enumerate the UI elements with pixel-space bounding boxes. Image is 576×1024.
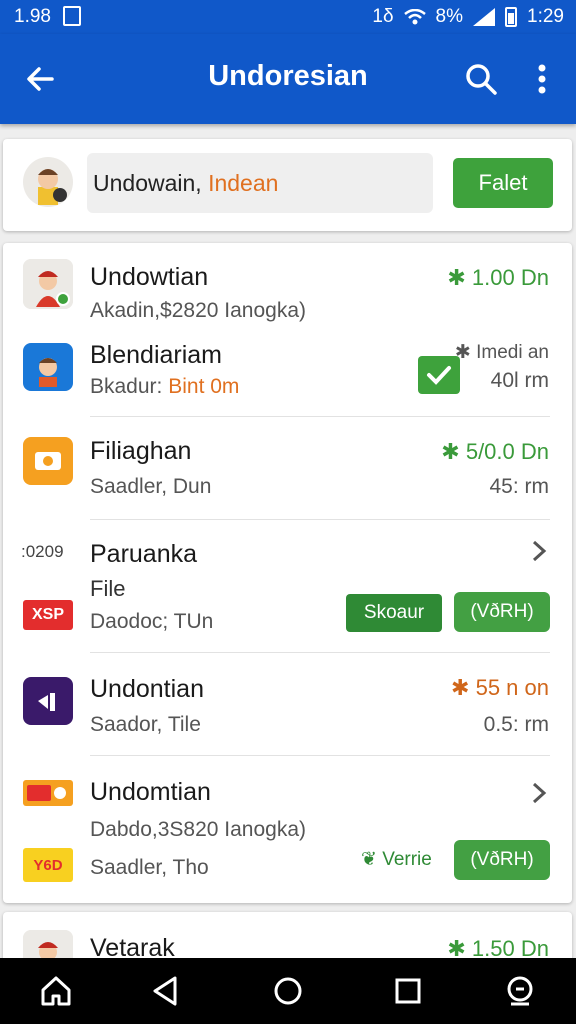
check-icon bbox=[427, 366, 451, 385]
item-title: Filiaghan bbox=[90, 437, 192, 465]
status-bar: 1.98 1δ 8% 1:29 bbox=[0, 0, 576, 34]
battery-percent: 8% bbox=[435, 6, 464, 27]
item-title: Blendiariam bbox=[90, 341, 223, 369]
checkbox[interactable] bbox=[418, 356, 460, 394]
item-subtitle: Saadler, Dun bbox=[90, 475, 212, 498]
skoaur-button[interactable]: Skoaur bbox=[346, 594, 442, 632]
back-icon[interactable] bbox=[148, 974, 182, 1008]
item-meta: 45: rm bbox=[489, 475, 549, 498]
recents-icon[interactable] bbox=[391, 974, 425, 1008]
item-subtitle: Dabdo,3S820 Ianogka) bbox=[90, 818, 306, 841]
item-amount: ✱ Imedi an bbox=[454, 342, 549, 363]
search-card: Undowain, Indean Falet bbox=[3, 139, 572, 231]
icon-label: Y6D bbox=[33, 856, 63, 874]
item-title-secondary: File bbox=[90, 576, 126, 601]
wifi-icon bbox=[403, 9, 426, 25]
chevron-right-icon[interactable] bbox=[531, 782, 547, 804]
app-icon: XSP bbox=[23, 600, 73, 630]
item-subtitle-accent: Bint 0m bbox=[168, 375, 240, 398]
item-subtitle: Saador, Tile bbox=[90, 713, 201, 736]
assistant-icon[interactable] bbox=[503, 974, 537, 1008]
item-amount: ✱ 5/0.0 Dn bbox=[441, 439, 549, 464]
search-text: Undowain, bbox=[93, 170, 202, 196]
list-item[interactable]: Undowtian Akadin,$2820 Ianogka) ✱ 1.00 D… bbox=[3, 243, 572, 339]
item-title: Paruanka bbox=[90, 540, 198, 568]
item-subtitle-secondary: Saadler, Tho bbox=[90, 856, 209, 879]
item-meta: 0.5: rm bbox=[483, 713, 549, 736]
item-amount: ✱ 1.00 Dn bbox=[447, 265, 549, 290]
home-icon[interactable] bbox=[39, 974, 73, 1008]
item-subtitle: Akadin,$2820 Ianogka) bbox=[90, 299, 306, 322]
system-nav-bar bbox=[0, 958, 576, 1024]
chevron-right-icon[interactable] bbox=[531, 540, 547, 562]
app-icon: Y6D bbox=[23, 848, 73, 882]
notification-icon bbox=[63, 6, 81, 26]
search-input[interactable]: Undowain, Indean bbox=[87, 153, 433, 213]
more-vert-icon[interactable] bbox=[530, 60, 554, 98]
home-circle-icon[interactable] bbox=[271, 974, 305, 1008]
item-subtitle: Bkadur: Bint 0m bbox=[90, 375, 239, 399]
list-item[interactable]: Undontian Saador, Tile ✱ 55 n on 0.5: rm bbox=[3, 653, 572, 755]
transaction-list: Undowtian Akadin,$2820 Ianogka) ✱ 1.00 D… bbox=[3, 243, 572, 903]
leaf-icon: ❦ bbox=[361, 849, 377, 870]
filter-button[interactable]: Falet bbox=[453, 158, 553, 208]
verify-button[interactable]: (VðRH) bbox=[454, 592, 550, 632]
verified-text: Verrie bbox=[382, 849, 432, 870]
item-subtitle-text: Bkadur: bbox=[90, 375, 163, 398]
app-icon bbox=[23, 343, 73, 391]
search-icon[interactable] bbox=[462, 60, 500, 98]
icon-label: XSP bbox=[31, 606, 64, 623]
app-bar: Undoresian bbox=[0, 34, 576, 124]
avatar[interactable] bbox=[23, 157, 73, 207]
app-icon bbox=[23, 677, 73, 725]
battery-icon bbox=[505, 7, 518, 27]
network-indicator: 1δ bbox=[372, 6, 394, 27]
item-title: Undowtian bbox=[90, 263, 209, 291]
item-meta: 40l rm bbox=[490, 369, 549, 392]
verify-button[interactable]: (VðRH) bbox=[454, 840, 550, 880]
search-accent-text: Indean bbox=[208, 170, 279, 196]
item-amount: ✱ 55 n on bbox=[451, 675, 549, 700]
app-icon bbox=[23, 437, 73, 485]
list-item[interactable]: Filiaghan Saadler, Dun ✱ 5/0.0 Dn 45: rm bbox=[3, 417, 572, 519]
status-time-left: 1.98 bbox=[14, 6, 51, 27]
status-time-right: 1:29 bbox=[527, 6, 564, 27]
list-item[interactable]: Undomtian Dabdo,3S820 Ianogka) Y6D Saadl… bbox=[3, 756, 572, 902]
item-side-label: :0209 bbox=[21, 542, 64, 561]
list-item[interactable]: Blendiariam Bkadur: Bint 0m ✱ Imedi an 4… bbox=[3, 333, 572, 413]
item-title: Undontian bbox=[90, 675, 204, 703]
user-avatar bbox=[23, 259, 73, 309]
verified-label: ❦ Verrie bbox=[361, 848, 432, 871]
list-item[interactable]: :0209 Paruanka File XSP Daodoc; TUn Skoa… bbox=[3, 520, 572, 650]
item-subtitle: Daodoc; TUn bbox=[90, 610, 214, 633]
signal-icon bbox=[473, 8, 496, 26]
item-title: Undomtian bbox=[90, 778, 211, 806]
app-icon bbox=[23, 780, 73, 806]
